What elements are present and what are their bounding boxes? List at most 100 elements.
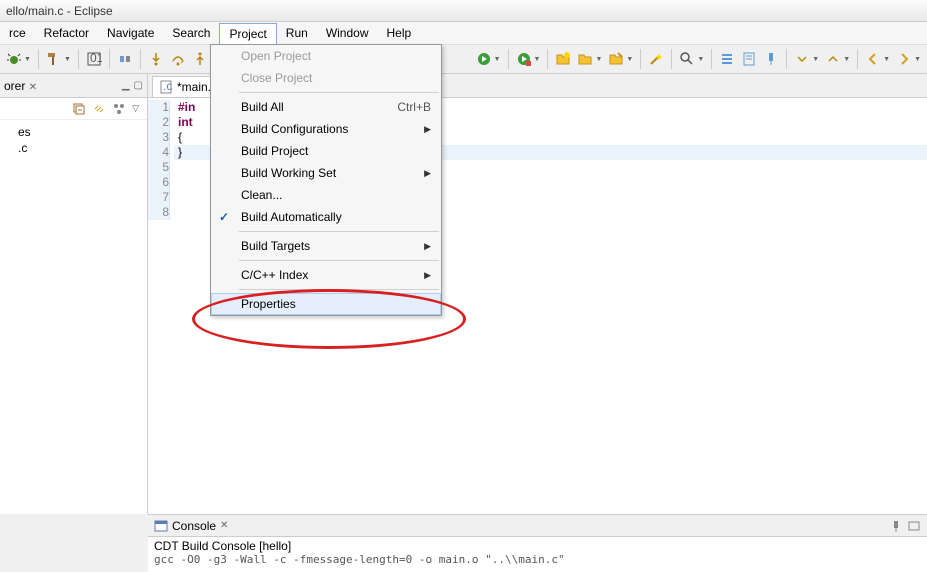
close-icon[interactable]: ✕ xyxy=(220,520,228,531)
toolbar-separator xyxy=(640,49,641,69)
new-project-icon[interactable] xyxy=(553,49,573,69)
dropdown-arrow-icon[interactable]: ▼ xyxy=(697,56,704,63)
wand-icon[interactable] xyxy=(646,49,666,69)
run-icon[interactable] xyxy=(474,49,494,69)
pin-console-icon[interactable] xyxy=(889,519,903,533)
menu-clean[interactable]: Clean... xyxy=(211,184,441,206)
menu-project[interactable]: Project xyxy=(219,23,276,44)
dropdown-arrow-icon[interactable]: ▼ xyxy=(64,56,71,63)
outline-icon[interactable] xyxy=(717,49,737,69)
menu-build-all[interactable]: Build All Ctrl+B xyxy=(211,96,441,118)
main-toolbar: ▼ ▼ 010 ▼ ▼ ▼ ▼ ▼ ▼ ▼ ▼ ▼ xyxy=(0,44,927,74)
submenu-arrow-icon: ▶ xyxy=(424,270,431,281)
task-icon[interactable] xyxy=(739,49,759,69)
dropdown-arrow-icon[interactable]: ▼ xyxy=(24,56,31,63)
back-icon[interactable] xyxy=(863,49,883,69)
search-icon[interactable] xyxy=(677,49,697,69)
collapse-all-icon[interactable] xyxy=(72,102,86,116)
dropdown-arrow-icon[interactable]: ▼ xyxy=(626,56,633,63)
next-annotation-icon[interactable] xyxy=(792,49,812,69)
hammer-icon[interactable] xyxy=(44,49,64,69)
toolbar-separator xyxy=(78,49,79,69)
menu-search[interactable]: Search xyxy=(163,23,219,43)
menu-close-project[interactable]: Close Project xyxy=(211,67,441,89)
dropdown-arrow-icon[interactable]: ▼ xyxy=(843,56,850,63)
toolbar-separator xyxy=(140,49,141,69)
menu-build-automatically[interactable]: ✓ Build Automatically xyxy=(211,206,441,228)
new-folder-icon[interactable] xyxy=(575,49,595,69)
menu-run[interactable]: Run xyxy=(277,23,317,43)
dropdown-arrow-icon[interactable]: ▼ xyxy=(914,56,921,63)
run-last-icon[interactable] xyxy=(514,49,534,69)
menu-build-targets[interactable]: Build Targets ▶ xyxy=(211,235,441,257)
editor-tab-label: *main. xyxy=(177,80,211,94)
sidebar-tab-label[interactable]: orer ✕ xyxy=(4,79,37,93)
step-into-icon[interactable] xyxy=(146,49,166,69)
menu-separator xyxy=(239,231,439,232)
link-editor-icon[interactable] xyxy=(92,102,106,116)
dropdown-arrow-icon[interactable]: ▼ xyxy=(883,56,890,63)
menu-source[interactable]: rce xyxy=(0,23,35,43)
console-panel: Console ✕ CDT Build Console [hello] gcc … xyxy=(148,514,927,572)
menu-refactor[interactable]: Refactor xyxy=(35,23,98,43)
submenu-arrow-icon: ▶ xyxy=(424,241,431,252)
forward-icon[interactable] xyxy=(894,49,914,69)
submenu-arrow-icon: ▶ xyxy=(424,124,431,135)
line-number-gutter: 12345678 xyxy=(148,98,174,514)
toolbar-separator xyxy=(671,49,672,69)
binary-icon[interactable]: 010 xyxy=(84,49,104,69)
bug-icon[interactable] xyxy=(4,49,24,69)
menu-help[interactable]: Help xyxy=(378,23,421,43)
step-over-icon[interactable] xyxy=(168,49,188,69)
svg-text:010: 010 xyxy=(90,51,102,65)
toolbar-separator xyxy=(786,49,787,69)
console-tab-strip: Console ✕ xyxy=(148,515,927,537)
maximize-icon[interactable]: ▢ xyxy=(134,80,143,91)
dropdown-arrow-icon[interactable]: ▼ xyxy=(812,56,819,63)
filter-icon[interactable] xyxy=(112,102,126,116)
display-console-icon[interactable] xyxy=(907,519,921,533)
menu-navigate[interactable]: Navigate xyxy=(98,23,163,43)
console-tab-label: Console xyxy=(172,519,216,533)
prev-annotation-icon[interactable] xyxy=(823,49,843,69)
submenu-arrow-icon: ▶ xyxy=(424,168,431,179)
svg-text:.c: .c xyxy=(163,80,172,93)
pin-icon[interactable] xyxy=(761,49,781,69)
c-file-icon: .c xyxy=(159,80,173,94)
dropdown-arrow-icon[interactable]: ▼ xyxy=(494,56,501,63)
view-menu-icon[interactable]: ▽ xyxy=(132,103,139,114)
menu-separator xyxy=(239,260,439,261)
window-title: ello/main.c - Eclipse xyxy=(6,4,113,18)
toolbar-separator xyxy=(508,49,509,69)
toggle-icon[interactable] xyxy=(115,49,135,69)
menu-separator xyxy=(239,92,439,93)
menu-window[interactable]: Window xyxy=(317,23,378,43)
console-output[interactable]: CDT Build Console [hello] gcc -O0 -g3 -W… xyxy=(148,537,927,568)
project-menu-dropdown: Open Project Close Project Build All Ctr… xyxy=(210,44,442,316)
menu-cc-index[interactable]: C/C++ Index ▶ xyxy=(211,264,441,286)
step-return-icon[interactable] xyxy=(190,49,210,69)
menu-build-working-set[interactable]: Build Working Set ▶ xyxy=(211,162,441,184)
menu-bar: rce Refactor Navigate Search Project Run… xyxy=(0,22,927,44)
accelerator-text: Ctrl+B xyxy=(397,100,431,114)
menu-properties[interactable]: Properties xyxy=(211,293,441,315)
console-command-line: gcc -O0 -g3 -Wall -c -fmessage-length=0 … xyxy=(154,553,921,566)
console-icon xyxy=(154,519,168,533)
tree-item[interactable]: es xyxy=(6,124,141,140)
console-tab[interactable]: Console ✕ xyxy=(154,519,228,533)
close-icon[interactable]: ✕ xyxy=(29,82,37,93)
project-explorer: orer ✕ ▁ ▢ ▽ es .c xyxy=(0,74,148,514)
menu-build-project[interactable]: Build Project xyxy=(211,140,441,162)
check-icon: ✓ xyxy=(219,210,229,224)
sidebar-tree[interactable]: es .c xyxy=(0,120,147,160)
window-titlebar: ello/main.c - Eclipse xyxy=(0,0,927,22)
menu-build-configurations[interactable]: Build Configurations ▶ xyxy=(211,118,441,140)
sidebar-toolbar: ▽ xyxy=(0,98,147,120)
open-type-icon[interactable] xyxy=(606,49,626,69)
tree-item[interactable]: .c xyxy=(6,140,141,156)
toolbar-separator xyxy=(711,49,712,69)
dropdown-arrow-icon[interactable]: ▼ xyxy=(534,56,541,63)
console-title-line: CDT Build Console [hello] xyxy=(154,539,921,553)
dropdown-arrow-icon[interactable]: ▼ xyxy=(595,56,602,63)
minimize-icon[interactable]: ▁ xyxy=(122,80,130,91)
